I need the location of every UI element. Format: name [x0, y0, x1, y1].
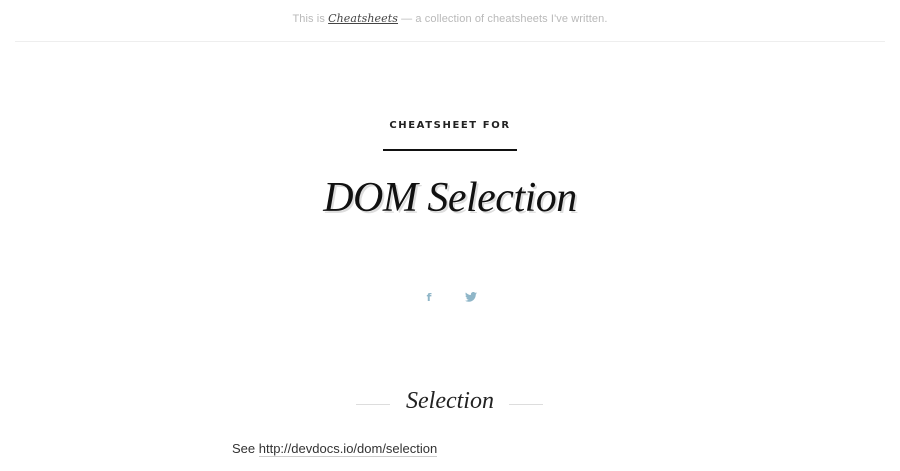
- page-title: DOM Selection: [323, 175, 577, 221]
- section-heading: Selection: [0, 386, 900, 420]
- cheatsheets-link[interactable]: Cheatsheets: [328, 12, 398, 25]
- title-divider: [383, 149, 517, 151]
- facebook-icon[interactable]: f: [419, 287, 439, 307]
- section-line-right: [509, 404, 543, 405]
- topbar-prefix: This is: [292, 13, 329, 25]
- twitter-icon[interactable]: [461, 287, 481, 307]
- section-title: Selection: [406, 388, 494, 414]
- facebook-glyph: f: [426, 290, 432, 304]
- page: This is Cheatsheets — a collection of ch…: [0, 0, 900, 471]
- see-text: See: [232, 441, 259, 456]
- pre-title: CHEATSHEET FOR: [389, 120, 511, 131]
- twitter-bird-svg: [465, 292, 477, 302]
- topbar-suffix: — a collection of cheatsheets I've writt…: [398, 13, 608, 25]
- see-reference: See http://devdocs.io/dom/selection: [232, 441, 438, 457]
- topbar-text: This is Cheatsheets — a collection of ch…: [15, 12, 885, 25]
- top-bar: This is Cheatsheets — a collection of ch…: [15, 0, 885, 42]
- devdocs-link[interactable]: http://devdocs.io/dom/selection: [258, 441, 438, 457]
